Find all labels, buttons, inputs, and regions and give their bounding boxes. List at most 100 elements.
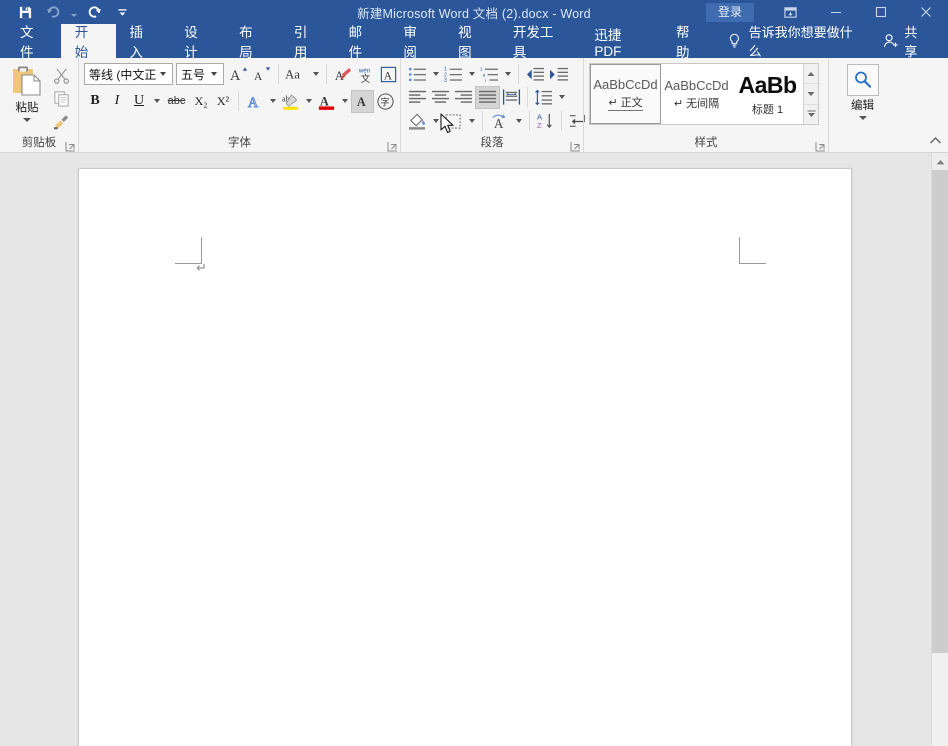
- tab-mailings[interactable]: 邮件: [335, 24, 390, 58]
- tab-developer[interactable]: 开发工具: [499, 24, 581, 58]
- style-item-heading-1[interactable]: AaBb 标题 1: [732, 64, 803, 124]
- tab-home[interactable]: 开始: [61, 24, 116, 58]
- text-highlight-caret[interactable]: [302, 90, 315, 113]
- bold-button[interactable]: B: [84, 90, 106, 113]
- undo-button[interactable]: [40, 2, 66, 22]
- asian-layout-button[interactable]: A: [487, 110, 512, 133]
- multilevel-list-button[interactable]: 1 a i: [478, 63, 501, 86]
- chevron-down-icon: [469, 72, 475, 76]
- styles-more-button[interactable]: [804, 104, 818, 124]
- sign-in-button[interactable]: 登录: [706, 3, 754, 22]
- underline-button[interactable]: U: [128, 90, 150, 113]
- shrink-font-button[interactable]: A: [251, 63, 274, 86]
- style-item-normal[interactable]: AaBbCcDd ↵ 正文: [590, 64, 661, 124]
- decrease-indent-button[interactable]: [523, 63, 547, 86]
- shading-button[interactable]: [406, 110, 429, 133]
- copy-button[interactable]: [49, 88, 73, 109]
- tab-xunjie-pdf[interactable]: 迅捷PDF: [580, 24, 662, 58]
- character-border-button[interactable]: A: [377, 63, 400, 86]
- distribute-button[interactable]: [500, 86, 523, 109]
- multilevel-list-caret[interactable]: [501, 63, 514, 86]
- editing-dropdown-caret[interactable]: [859, 116, 867, 120]
- line-spacing-button[interactable]: [532, 86, 555, 109]
- sort-button[interactable]: A Z: [534, 110, 557, 133]
- align-right-button[interactable]: [452, 86, 475, 109]
- cut-button[interactable]: [49, 65, 73, 86]
- divider: [561, 111, 562, 131]
- italic-button[interactable]: I: [106, 90, 128, 113]
- tab-view[interactable]: 视图: [444, 24, 499, 58]
- share-button[interactable]: 共享: [875, 22, 938, 60]
- scrollbar-thumb[interactable]: [932, 170, 948, 653]
- subscript-button[interactable]: X₂: [190, 90, 212, 113]
- borders-caret[interactable]: [465, 110, 478, 133]
- styles-scroll-up-button[interactable]: [804, 64, 818, 83]
- phonetic-guide-button[interactable]: wén 文: [354, 63, 377, 86]
- underline-caret[interactable]: [150, 90, 163, 113]
- tab-design[interactable]: 设计: [170, 24, 225, 58]
- numbering-caret[interactable]: [465, 63, 478, 86]
- close-button[interactable]: [903, 0, 948, 24]
- enclose-character-button[interactable]: 字: [374, 90, 397, 113]
- tab-review[interactable]: 审阅: [389, 24, 444, 58]
- justify-button[interactable]: [475, 86, 500, 109]
- strikethrough-button[interactable]: abc: [163, 90, 190, 113]
- paste-button[interactable]: 粘贴: [5, 61, 49, 122]
- tab-file[interactable]: 文件: [6, 24, 61, 58]
- ribbon-display-options-button[interactable]: [768, 0, 813, 24]
- italic-icon: I: [115, 93, 120, 109]
- scroll-up-button[interactable]: [932, 153, 948, 170]
- paste-dropdown-caret[interactable]: [23, 118, 31, 122]
- align-center-button[interactable]: [429, 86, 452, 109]
- font-size-caret[interactable]: [207, 72, 221, 76]
- tab-help[interactable]: 帮助: [662, 24, 717, 58]
- font-name-combo[interactable]: 等线 (中文正): [84, 63, 173, 85]
- clipboard-dialog-launcher[interactable]: [65, 141, 76, 152]
- font-dialog-launcher[interactable]: [387, 141, 398, 152]
- undo-dropdown[interactable]: [68, 2, 79, 22]
- collapse-ribbon-button[interactable]: [929, 132, 942, 150]
- tab-insert[interactable]: 插入: [116, 24, 171, 58]
- styles-dialog-launcher[interactable]: [815, 141, 826, 152]
- tab-references[interactable]: 引用: [280, 24, 335, 58]
- font-color-button[interactable]: A: [315, 90, 338, 113]
- grow-font-button[interactable]: A: [228, 63, 251, 86]
- text-effects-caret[interactable]: [266, 90, 279, 113]
- save-button[interactable]: [12, 2, 38, 22]
- align-left-button[interactable]: [406, 86, 429, 109]
- clear-formatting-button[interactable]: A: [331, 63, 354, 86]
- shading-caret[interactable]: [429, 110, 442, 133]
- text-effects-button[interactable]: A: [243, 90, 266, 113]
- paragraph-dialog-launcher[interactable]: [570, 141, 581, 152]
- tell-me-label: 告诉我你想要做什么: [749, 22, 865, 60]
- bullets-button[interactable]: [406, 63, 429, 86]
- increase-indent-button[interactable]: [547, 63, 571, 86]
- styles-scroll-down-button[interactable]: [804, 83, 818, 103]
- vertical-scrollbar[interactable]: [931, 153, 948, 746]
- font-name-caret[interactable]: [156, 72, 170, 76]
- superscript-button[interactable]: X²: [212, 90, 234, 113]
- maximize-button[interactable]: [858, 0, 903, 24]
- tell-me-box[interactable]: 告诉我你想要做什么: [717, 24, 875, 58]
- document-page[interactable]: ↵: [78, 168, 852, 746]
- tab-layout[interactable]: 布局: [225, 24, 280, 58]
- font-size-combo[interactable]: 五号: [176, 63, 224, 85]
- font-color-caret[interactable]: [338, 90, 351, 113]
- bullets-caret[interactable]: [429, 63, 442, 86]
- editing-find-button[interactable]: 编辑: [835, 61, 891, 120]
- change-case-caret[interactable]: [309, 63, 322, 86]
- format-painter-button[interactable]: [49, 111, 73, 132]
- borders-button[interactable]: [442, 110, 465, 133]
- svg-text:i: i: [485, 78, 486, 83]
- style-item-no-spacing[interactable]: AaBbCcDd ↵ 无间隔: [661, 64, 732, 124]
- numbering-button[interactable]: 1 2 3: [442, 63, 465, 86]
- text-highlight-button[interactable]: ab: [279, 90, 302, 113]
- document-workspace[interactable]: ↵: [0, 153, 948, 746]
- character-shading-button[interactable]: A: [351, 90, 374, 113]
- asian-layout-caret[interactable]: [512, 110, 525, 133]
- redo-button[interactable]: [81, 2, 107, 22]
- line-spacing-caret[interactable]: [555, 86, 568, 109]
- customize-quick-access-button[interactable]: [109, 2, 135, 22]
- change-case-button[interactable]: Aa: [283, 63, 309, 86]
- minimize-button[interactable]: [813, 0, 858, 24]
